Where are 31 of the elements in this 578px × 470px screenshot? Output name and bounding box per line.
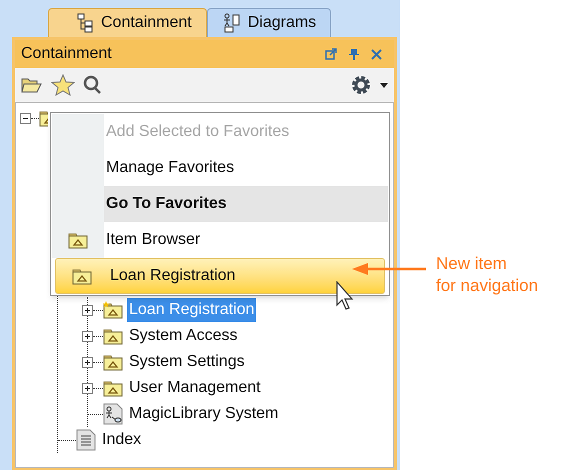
undock-icon[interactable] xyxy=(325,48,337,60)
panel-title: Containment xyxy=(21,44,113,64)
expand-icon[interactable] xyxy=(82,356,93,368)
tree-item[interactable]: MagicLibrary System xyxy=(127,402,280,426)
expand-icon[interactable] xyxy=(82,382,93,394)
diagram-icon xyxy=(222,13,242,33)
tree-item[interactable]: User Management xyxy=(127,376,263,400)
menu-item[interactable]: Loan Registration xyxy=(55,258,385,294)
package-icon xyxy=(72,267,92,285)
callout-text: New item for navigation xyxy=(436,253,538,297)
settings-icon[interactable] xyxy=(350,74,372,96)
expand-icon[interactable] xyxy=(82,330,93,342)
collapse-icon[interactable] xyxy=(20,112,31,124)
menu-item[interactable]: Item Browser xyxy=(52,222,388,258)
menu-item[interactable]: Manage Favorites xyxy=(52,150,388,186)
package-icon xyxy=(68,231,88,249)
tree-item[interactable]: System Settings xyxy=(127,350,247,374)
hierarchy-icon xyxy=(77,13,95,33)
tree-item[interactable]: Index xyxy=(100,428,144,452)
diagram-icon xyxy=(103,403,123,425)
tab[interactable]: Containment xyxy=(48,8,207,37)
dropdown-caret-icon[interactable] xyxy=(380,82,388,88)
expand-icon[interactable] xyxy=(82,304,93,316)
tree-item[interactable]: System Access xyxy=(127,324,240,348)
star-icon[interactable] xyxy=(51,74,75,96)
close-icon[interactable] xyxy=(371,48,382,60)
document-icon xyxy=(76,429,96,451)
pin-icon[interactable] xyxy=(349,48,359,60)
tab[interactable]: Diagrams xyxy=(206,8,332,37)
package-icon xyxy=(39,109,48,127)
search-icon[interactable] xyxy=(83,75,101,95)
